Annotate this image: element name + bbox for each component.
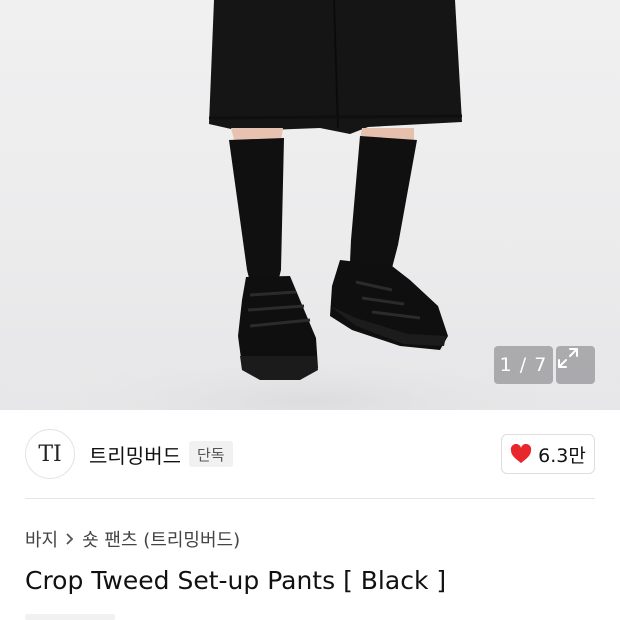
brand-row: TI 트리밍버드 단독 6.3만 bbox=[0, 410, 620, 498]
breadcrumb: 바지 숏 팬츠 (트리밍버드) bbox=[25, 526, 240, 552]
image-counter: 1 / 7 bbox=[494, 346, 553, 384]
product-title: Crop Tweed Set-up Pants [ Black ] bbox=[25, 566, 447, 595]
price-placeholder bbox=[25, 614, 115, 620]
like-count: 6.3만 bbox=[538, 444, 586, 467]
like-button[interactable]: 6.3만 bbox=[501, 434, 595, 474]
brand-logo[interactable]: TI bbox=[25, 429, 75, 479]
divider bbox=[25, 498, 595, 499]
heart-icon bbox=[511, 444, 532, 464]
expand-button[interactable] bbox=[556, 346, 595, 384]
chevron-right-icon bbox=[64, 532, 76, 546]
product-image[interactable]: 1 / 7 bbox=[0, 0, 620, 410]
breadcrumb-item-category[interactable]: 바지 bbox=[25, 526, 58, 552]
breadcrumb-item-subcategory[interactable]: 숏 팬츠 (트리밍버드) bbox=[82, 526, 240, 552]
brand-logo-text: TI bbox=[38, 441, 62, 467]
exclusive-badge: 단독 bbox=[189, 441, 233, 467]
expand-icon bbox=[558, 348, 578, 368]
brand-name[interactable]: 트리밍버드 bbox=[89, 440, 181, 469]
